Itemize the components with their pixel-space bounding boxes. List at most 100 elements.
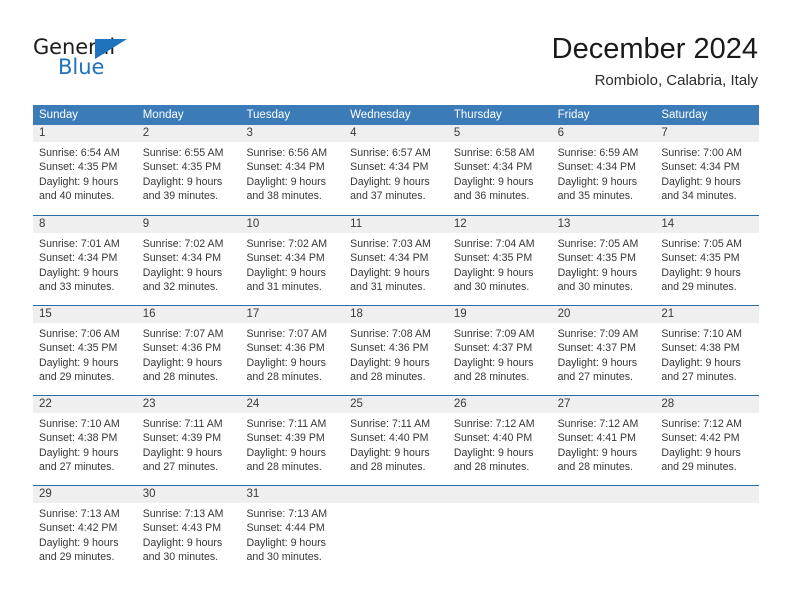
day-cell[interactable]: 23 Sunrise: 7:11 AM Sunset: 4:39 PM Dayligh…	[136, 396, 241, 485]
weekday-header-row: Sunday Monday Tuesday Wednesday Thursday Frid…	[33, 105, 759, 125]
day-detail-line: and 29 minutes.	[39, 550, 115, 563]
calendar-page: General Blue December 2024 Rombiolo, Cal…	[0, 0, 792, 612]
day-number: 31	[240, 486, 345, 503]
day-detail-line: and 27 minutes.	[557, 370, 633, 383]
day-cell[interactable]: 20 Sunrise: 7:09 AM Sunset: 4:37 PM Dayligh…	[551, 306, 656, 395]
day-detail-line: Daylight: 9 hours	[142, 175, 223, 188]
day-cell[interactable]: 13 Sunrise: 7:05 AM Sunset: 4:35 PM Dayligh…	[551, 216, 656, 305]
day-cell[interactable]: 4 Sunrise: 6:57 AM Sunset: 4:34 PM Daylight…	[344, 125, 448, 215]
day-cell[interactable]: 30 Sunrise: 7:13 AM Sunset: 4:43 PM Dayligh…	[136, 486, 241, 575]
day-detail-line: Sunrise: 7:05 AM	[661, 238, 742, 250]
day-number: 20	[551, 306, 656, 323]
page-title: December 2024	[551, 33, 758, 65]
day-cell[interactable]: 7 Sunrise: 7:00 AM Sunset: 4:34 PM Daylight…	[655, 125, 760, 215]
day-details	[448, 503, 552, 507]
day-detail-line: and 30 minutes.	[557, 280, 633, 293]
day-detail-line: Daylight: 9 hours	[39, 536, 119, 549]
day-number: 23	[136, 396, 241, 413]
day-cell[interactable]: 29 Sunrise: 7:13 AM Sunset: 4:42 PM Dayligh…	[33, 486, 137, 575]
day-detail-line: and 38 minutes.	[246, 189, 322, 202]
day-details: Sunrise: 7:02 AM Sunset: 4:34 PM Daylight:…	[240, 233, 344, 294]
day-detail-line: Sunrise: 7:09 AM	[557, 328, 639, 340]
day-cell[interactable]: 16 Sunrise: 7:07 AM Sunset: 4:36 PM Dayligh…	[136, 306, 241, 395]
day-details: Sunrise: 7:11 AM Sunset: 4:39 PM Daylight:…	[137, 413, 241, 474]
day-cell[interactable]: 10 Sunrise: 7:02 AM Sunset: 4:34 PM Dayligh…	[240, 216, 345, 305]
day-cell[interactable]: 26 Sunrise: 7:12 AM Sunset: 4:40 PM Dayligh…	[447, 396, 552, 485]
day-cell[interactable]: 8 Sunrise: 7:01 AM Sunset: 4:34 PM Daylight…	[33, 216, 137, 305]
day-cell[interactable]: 22 Sunrise: 7:10 AM Sunset: 4:38 PM Dayligh…	[33, 396, 137, 485]
day-cell[interactable]: 25 Sunrise: 7:11 AM Sunset: 4:40 PM Dayligh…	[344, 396, 448, 485]
day-detail-line: Sunrise: 6:58 AM	[453, 147, 535, 159]
day-number: 25	[344, 396, 448, 413]
day-detail-line: and 29 minutes.	[661, 280, 737, 293]
day-detail-line: Daylight: 9 hours	[142, 536, 223, 549]
day-details: Sunrise: 6:56 AM Sunset: 4:34 PM Daylight:…	[240, 142, 344, 203]
day-number: 11	[344, 216, 448, 233]
day-detail-line: Sunset: 4:42 PM	[39, 522, 118, 535]
day-detail-line: Sunrise: 7:10 AM	[661, 328, 742, 340]
day-detail-line: Sunset: 4:34 PM	[557, 161, 636, 174]
day-cell[interactable]: 5 Sunrise: 6:58 AM Sunset: 4:34 PM Daylight…	[447, 125, 552, 215]
day-cell[interactable]: 1 Sunrise: 6:54 AM Sunset: 4:35 PM Daylight…	[33, 125, 137, 215]
day-cell[interactable]: 6 Sunrise: 6:59 AM Sunset: 4:34 PM Daylight…	[551, 125, 656, 215]
day-cell[interactable]: 28 Sunrise: 7:12 AM Sunset: 4:42 PM Dayligh…	[655, 396, 760, 485]
day-detail-line: Sunset: 4:43 PM	[142, 522, 222, 535]
day-number: 28	[655, 396, 760, 413]
day-number: 30	[136, 486, 241, 503]
day-cell[interactable]: 11 Sunrise: 7:03 AM Sunset: 4:34 PM Dayligh…	[344, 216, 448, 305]
day-detail-line: Sunset: 4:35 PM	[661, 252, 740, 265]
day-detail-line: Sunrise: 7:11 AM	[142, 418, 223, 430]
day-detail-line: Daylight: 9 hours	[350, 446, 430, 459]
day-details: Sunrise: 7:04 AM Sunset: 4:35 PM Daylight:…	[448, 233, 552, 294]
calendar-grid: Sunday Monday Tuesday Wednesday Thursday Frid…	[33, 105, 760, 575]
day-number: 27	[551, 396, 656, 413]
day-number	[447, 486, 552, 503]
day-detail-line: Daylight: 9 hours	[557, 446, 638, 459]
day-detail-line: Daylight: 9 hours	[350, 175, 430, 188]
day-detail-line: Daylight: 9 hours	[246, 175, 326, 188]
day-cell[interactable]: 2 Sunrise: 6:55 AM Sunset: 4:35 PM Daylight…	[136, 125, 241, 215]
day-detail-line: and 28 minutes.	[453, 370, 530, 383]
day-detail-line: and 31 minutes.	[350, 280, 426, 293]
day-detail-line: and 35 minutes.	[557, 189, 633, 202]
day-cell[interactable]: 3 Sunrise: 6:56 AM Sunset: 4:34 PM Daylight…	[240, 125, 345, 215]
day-details: Sunrise: 6:54 AM Sunset: 4:35 PM Daylight:…	[33, 142, 137, 203]
day-detail-line: Sunrise: 6:56 AM	[246, 147, 328, 159]
day-cell-empty	[551, 486, 656, 575]
day-detail-line: Daylight: 9 hours	[142, 266, 223, 279]
day-cell[interactable]: 12 Sunrise: 7:04 AM Sunset: 4:35 PM Dayligh…	[447, 216, 552, 305]
day-cell[interactable]: 18 Sunrise: 7:08 AM Sunset: 4:36 PM Dayligh…	[344, 306, 448, 395]
general-blue-logo[interactable]: General Blue	[33, 36, 173, 84]
day-number: 19	[447, 306, 552, 323]
day-cell[interactable]: 24 Sunrise: 7:11 AM Sunset: 4:39 PM Dayligh…	[240, 396, 345, 485]
day-details: Sunrise: 7:12 AM Sunset: 4:40 PM Daylight:…	[448, 413, 552, 474]
day-number: 2	[136, 125, 241, 142]
day-cell[interactable]: 17 Sunrise: 7:07 AM Sunset: 4:36 PM Dayligh…	[240, 306, 345, 395]
day-details: Sunrise: 7:12 AM Sunset: 4:41 PM Daylight:…	[552, 413, 656, 474]
day-number: 15	[33, 306, 137, 323]
day-detail-line: Sunrise: 6:57 AM	[350, 147, 431, 159]
day-detail-line: Daylight: 9 hours	[39, 175, 119, 188]
day-number: 10	[240, 216, 345, 233]
title-block: December 2024 Rombiolo, Calabria, Italy	[552, 32, 758, 91]
day-details: Sunrise: 7:05 AM Sunset: 4:35 PM Daylight:…	[552, 233, 656, 294]
day-detail-line: Sunset: 4:34 PM	[350, 252, 429, 265]
day-cell[interactable]: 19 Sunrise: 7:09 AM Sunset: 4:37 PM Dayligh…	[447, 306, 552, 395]
day-detail-line: and 31 minutes.	[246, 280, 322, 293]
day-cell[interactable]: 31 Sunrise: 7:13 AM Sunset: 4:44 PM Dayligh…	[240, 486, 345, 575]
day-cell[interactable]: 9 Sunrise: 7:02 AM Sunset: 4:34 PM Daylight…	[136, 216, 241, 305]
day-cell[interactable]: 14 Sunrise: 7:05 AM Sunset: 4:35 PM Dayligh…	[655, 216, 760, 305]
weekday-header-friday: Friday	[557, 109, 590, 121]
day-detail-line: and 28 minutes.	[246, 370, 322, 383]
day-detail-line: Sunset: 4:37 PM	[453, 342, 533, 355]
day-detail-line: Daylight: 9 hours	[661, 356, 741, 369]
day-detail-line: Sunrise: 7:10 AM	[39, 418, 120, 430]
day-detail-line: Sunset: 4:36 PM	[142, 342, 222, 355]
day-details: Sunrise: 7:01 AM Sunset: 4:34 PM Daylight:…	[33, 233, 137, 294]
day-cell[interactable]: 27 Sunrise: 7:12 AM Sunset: 4:41 PM Dayligh…	[551, 396, 656, 485]
day-cell[interactable]: 15 Sunrise: 7:06 AM Sunset: 4:35 PM Dayligh…	[33, 306, 137, 395]
day-details: Sunrise: 6:58 AM Sunset: 4:34 PM Daylight:…	[448, 142, 552, 203]
day-cell[interactable]: 21 Sunrise: 7:10 AM Sunset: 4:38 PM Dayligh…	[655, 306, 760, 395]
day-number: 5	[447, 125, 552, 142]
day-detail-line: and 28 minutes.	[453, 460, 530, 473]
